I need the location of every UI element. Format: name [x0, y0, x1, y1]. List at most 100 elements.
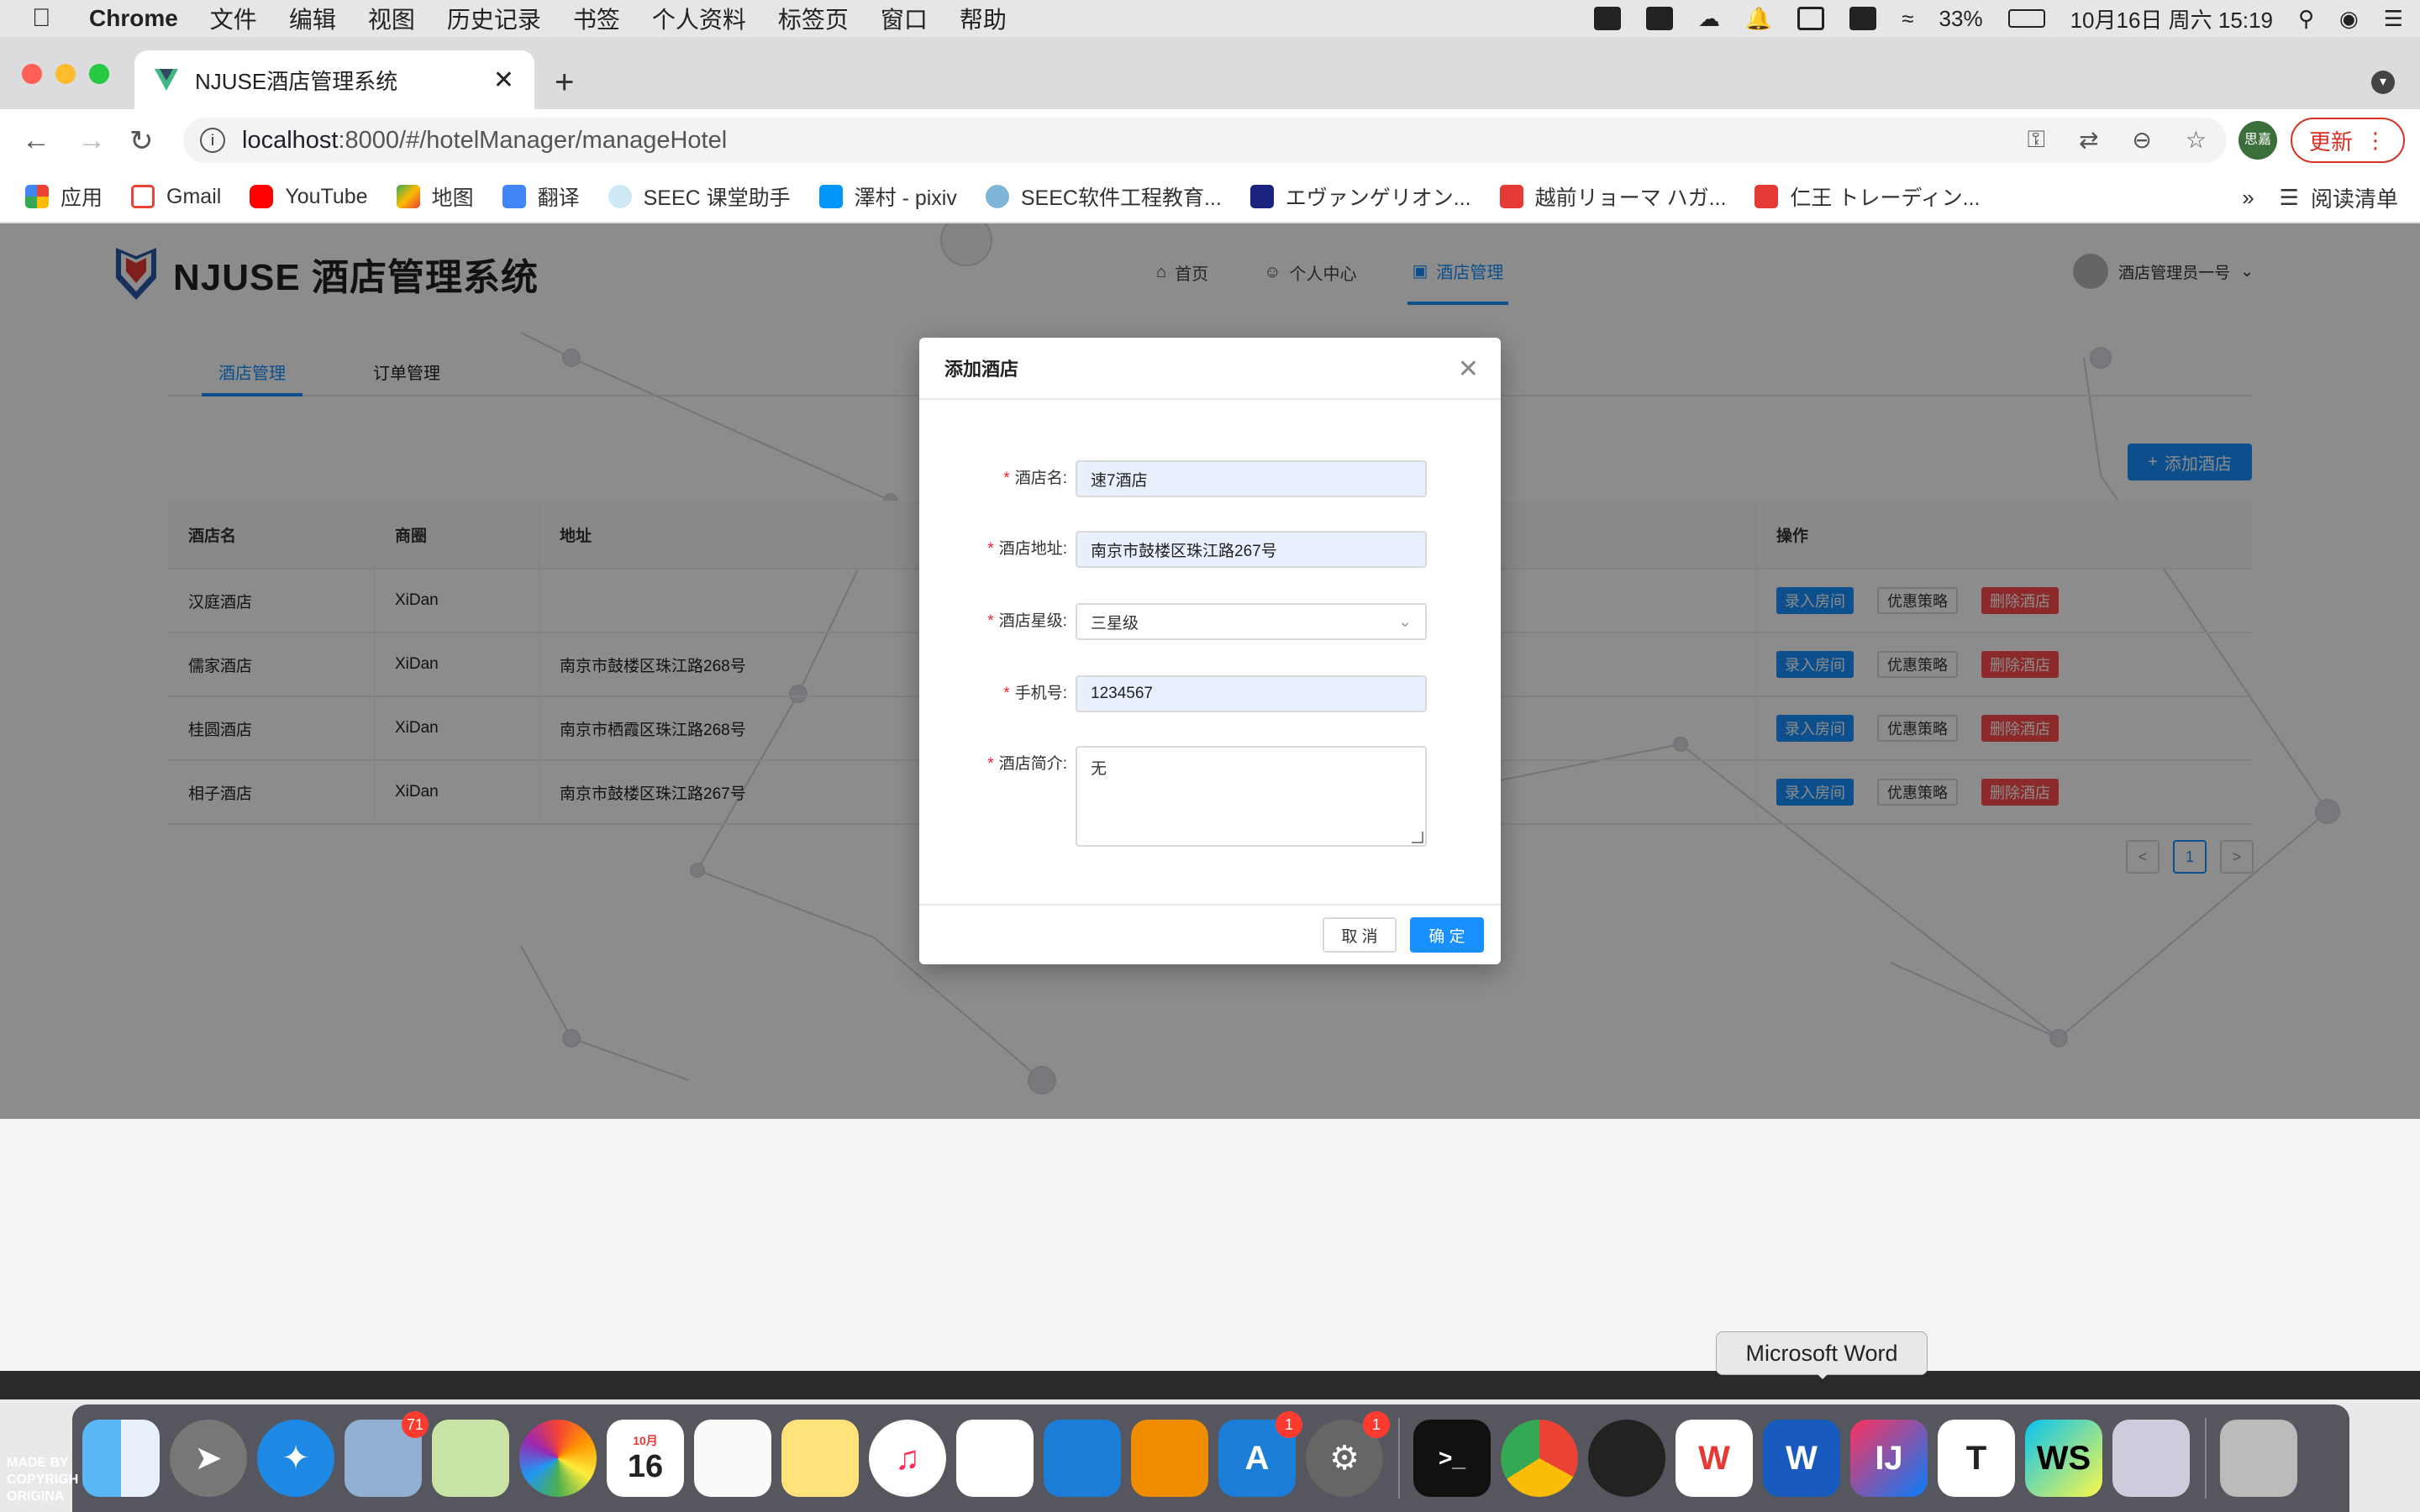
microsoft-word-icon[interactable]: W: [1763, 1420, 1840, 1497]
label-text: 酒店地址: [998, 540, 1063, 558]
menu-window[interactable]: 窗口: [881, 2, 928, 35]
menu-history[interactable]: 历史记录: [447, 2, 541, 35]
mail-icon[interactable]: 71: [345, 1411, 429, 1497]
translate-icon[interactable]: ⇄: [2079, 126, 2098, 154]
intellij-idea-icon[interactable]: IJ: [1850, 1420, 1928, 1497]
menu-bookmarks[interactable]: 书签: [573, 2, 620, 35]
wifi-icon[interactable]: ≈: [1902, 6, 1913, 32]
bookmark-translate[interactable]: 翻译: [502, 181, 580, 212]
bookmarks-more-icon[interactable]: »: [2242, 185, 2254, 211]
chrome-icon[interactable]: [1501, 1420, 1578, 1497]
window-zoom-button[interactable]: [89, 64, 109, 84]
notification-bell-icon[interactable]: 🔔: [1745, 6, 1772, 32]
address-bar[interactable]: i localhost :8000/#/hotelManager/manageH…: [183, 118, 2227, 163]
control-center-icon[interactable]: ☰: [2384, 6, 2403, 32]
bookmark-youtube[interactable]: YouTube: [250, 185, 368, 209]
keynote-icon[interactable]: [1044, 1420, 1121, 1497]
confirm-button[interactable]: 确 定: [1410, 917, 1484, 953]
hotel-star-select[interactable]: 三星级 ⌄: [1076, 603, 1427, 640]
input-method-icon[interactable]: [1849, 7, 1877, 30]
update-button[interactable]: 更新 ⋮: [2291, 118, 2405, 163]
resize-handle-icon[interactable]: [1412, 832, 1423, 843]
profile-avatar[interactable]: 思嘉: [2238, 121, 2277, 160]
siri-icon[interactable]: ◉: [2339, 6, 2359, 32]
maps-icon[interactable]: [432, 1420, 509, 1497]
webstorm-icon[interactable]: WS: [2025, 1420, 2102, 1497]
hotel-name-input[interactable]: 速7酒店: [1076, 460, 1427, 497]
menu-file[interactable]: 文件: [210, 2, 257, 35]
launchpad-icon[interactable]: ➤: [170, 1420, 247, 1497]
battery-icon[interactable]: [2007, 9, 2045, 28]
window-close-button[interactable]: [22, 64, 42, 84]
forward-icon[interactable]: →: [77, 124, 106, 157]
finder-icon[interactable]: [82, 1420, 160, 1497]
bookmark-pixiv[interactable]: 澤村 - pixiv: [818, 181, 957, 212]
chevron-down-icon: ⌄: [1398, 612, 1412, 631]
tab-close-icon[interactable]: ✕: [493, 66, 514, 95]
spotlight-search-icon[interactable]: ⚲: [2298, 6, 2314, 32]
typora-icon[interactable]: T: [1938, 1420, 2015, 1497]
zoom-out-icon[interactable]: ⊖: [2132, 126, 2151, 154]
password-key-icon[interactable]: ⚿: [2028, 126, 2045, 154]
menu-help[interactable]: 帮助: [960, 2, 1007, 35]
new-tab-icon[interactable]: +: [555, 64, 574, 102]
pages-icon[interactable]: [1131, 1420, 1208, 1497]
hotel-intro-textarea[interactable]: 无: [1076, 746, 1427, 847]
required-mark: *: [987, 755, 994, 773]
close-icon[interactable]: ✕: [1458, 354, 1479, 384]
reading-list-label: 阅读清单: [2310, 186, 2398, 212]
safari-icon[interactable]: ✦: [257, 1420, 334, 1497]
required-mark: *: [987, 540, 994, 558]
bookmark-evangelion[interactable]: エヴァンゲリオン...: [1249, 181, 1471, 212]
numbers-icon[interactable]: [956, 1420, 1034, 1497]
hotel-intro-value: 无: [1091, 760, 1107, 778]
phone-input[interactable]: 1234567: [1076, 675, 1427, 712]
label-text: 酒店简介: [998, 755, 1063, 773]
back-icon[interactable]: ←: [22, 124, 50, 157]
system-preferences-icon[interactable]: ⚙ 1: [1306, 1411, 1390, 1497]
mysql-workbench-icon[interactable]: [2112, 1420, 2190, 1497]
bookmark-niou[interactable]: 仁王 トレーディン...: [1754, 181, 1980, 212]
bookmark-label: 翻译: [537, 186, 580, 210]
reminders-icon[interactable]: [694, 1420, 771, 1497]
calendar-icon[interactable]: 10月 16: [607, 1420, 684, 1497]
menubar-datetime[interactable]: 10月16日 周六 15:19: [2070, 3, 2273, 34]
hotel-address-input[interactable]: 南京市鼓楼区珠江路267号: [1076, 531, 1427, 568]
wps-icon[interactable]: W: [1676, 1420, 1753, 1497]
display-status-icon[interactable]: [1797, 7, 1825, 30]
bookmark-echizen[interactable]: 越前リョーマ ハガ...: [1499, 181, 1726, 212]
notes-icon[interactable]: [781, 1420, 859, 1497]
bookmark-seec-education[interactable]: SEEC软件工程教育...: [985, 181, 1222, 212]
modal-title: 添加酒店: [944, 359, 1019, 380]
menu-app-name[interactable]: Chrome: [89, 5, 178, 32]
system-preferences-badge: 1: [1363, 1411, 1390, 1438]
cancel-button[interactable]: 取 消: [1323, 917, 1397, 953]
bookmark-maps[interactable]: 地图: [396, 181, 474, 212]
menu-profile[interactable]: 个人资料: [652, 2, 746, 35]
trash-icon[interactable]: [2220, 1420, 2297, 1497]
window-minimize-button[interactable]: [55, 64, 76, 84]
tab-search-icon[interactable]: ▾: [2371, 71, 2395, 94]
status-app-icon[interactable]: [1593, 7, 1621, 30]
browser-tab-active[interactable]: NJUSE酒店管理系统 ✕: [134, 50, 534, 109]
reload-icon[interactable]: ↻: [129, 124, 154, 158]
bookmark-gmail[interactable]: Gmail: [131, 185, 221, 209]
app-store-icon[interactable]: A1: [1218, 1411, 1302, 1497]
bookmark-apps[interactable]: 应用: [25, 181, 103, 212]
menu-edit[interactable]: 编辑: [289, 2, 336, 35]
qq-icon[interactable]: [1588, 1420, 1665, 1497]
terminal-icon[interactable]: >_: [1413, 1420, 1491, 1497]
reading-list-button[interactable]: ☰ 阅读清单: [2280, 182, 2398, 213]
background-window-strip: [0, 1371, 2420, 1399]
site-info-icon[interactable]: i: [200, 128, 225, 153]
photos-icon[interactable]: [519, 1420, 597, 1497]
bookmark-seec-assistant[interactable]: SEEC 课堂助手: [608, 181, 791, 212]
wps-status-icon[interactable]: [1645, 7, 1673, 30]
weather-status-icon[interactable]: ☁: [1698, 6, 1720, 32]
menu-tabs[interactable]: 标签页: [778, 2, 849, 35]
apple-menu-icon[interactable]: : [32, 4, 66, 33]
music-icon[interactable]: ♫: [869, 1420, 946, 1497]
bookmark-star-icon[interactable]: ☆: [2186, 126, 2207, 154]
bookmark-label: 仁王 トレーディン...: [1790, 186, 1981, 210]
menu-view[interactable]: 视图: [368, 2, 415, 35]
